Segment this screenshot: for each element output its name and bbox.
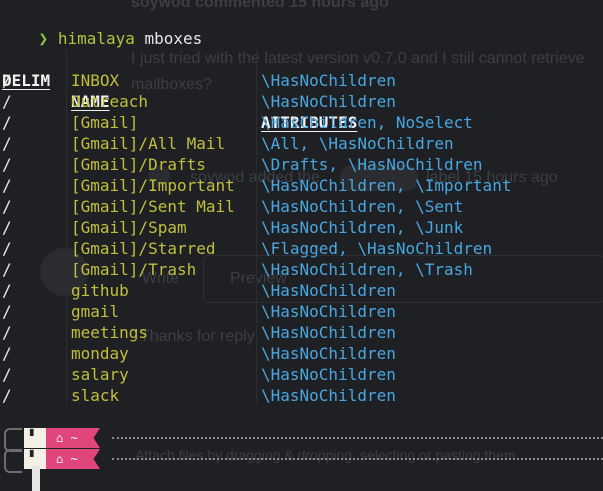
row-delim: / <box>2 302 12 321</box>
table-row: / [Gmail]/Trash \HasNoChildren, \Trash <box>0 259 603 280</box>
statusline-filler <box>112 458 603 460</box>
row-attributes: \HasNoChildren, \Important <box>261 176 512 195</box>
row-delim: / <box>2 71 12 90</box>
statusline-bottom: ▘ ⌂ ~ <box>0 449 603 473</box>
mode-glyph: ▘ <box>30 429 38 443</box>
row-name: [Gmail]/Important <box>71 176 235 195</box>
row-attributes: \HasNoChildren <box>261 365 396 384</box>
row-name: monday <box>71 344 129 363</box>
table-row: / [Gmail]/Sent Mail \HasNoChildren, \Sent <box>0 196 603 217</box>
row-delim: / <box>2 365 12 384</box>
table-row: / [Gmail]/Spam \HasNoChildren, \Junk <box>0 217 603 238</box>
row-delim: / <box>2 134 12 153</box>
table-row: / INBOX \HasNoChildren <box>0 70 603 91</box>
row-name: Outreach <box>71 92 149 111</box>
table-row: / slack \HasNoChildren <box>0 385 603 406</box>
row-delim: / <box>2 260 12 279</box>
row-attributes: \Drafts, \HasNoChildren <box>261 155 483 174</box>
row-attributes: \HasNoChildren <box>261 92 396 111</box>
row-attributes: \HasNoChildren <box>261 344 396 363</box>
home-icon: ⌂ <box>56 431 64 445</box>
table-row: / monday \HasNoChildren <box>0 343 603 364</box>
row-name: [Gmail]/Spam <box>71 218 187 237</box>
row-delim: / <box>2 281 12 300</box>
table-header: DELIM NAME ATTRIBUTES <box>0 49 603 132</box>
row-name: [Gmail]/Drafts <box>71 155 206 174</box>
row-delim: / <box>2 176 12 195</box>
row-attributes: \HasChildren, NoSelect <box>261 113 473 132</box>
statusline-top: ▘ ⌂ ~ <box>0 428 603 452</box>
prompt-command: himalaya <box>57 29 135 48</box>
row-attributes: \HasNoChildren <box>261 281 396 300</box>
row-name: INBOX <box>71 71 120 90</box>
table-row: / meetings \HasNoChildren <box>0 322 603 343</box>
row-name: gmail <box>71 302 120 321</box>
prompt-line: ❯ himalaya mboxes <box>0 7 203 48</box>
row-attributes: \HasNoChildren <box>261 302 396 321</box>
row-name: [Gmail]/Starred <box>71 239 216 258</box>
row-name: meetings <box>71 323 149 342</box>
table-row: / [Gmail]/Drafts \Drafts, \HasNoChildren <box>0 154 603 175</box>
row-delim: / <box>2 239 12 258</box>
row-name: slack <box>71 386 120 405</box>
row-name: salary <box>71 365 129 384</box>
row-name: [Gmail] <box>71 113 139 132</box>
row-delim: / <box>2 155 12 174</box>
statusline-filler <box>112 437 603 439</box>
table-row: / [Gmail]/Starred \Flagged, \HasNoChildren <box>0 238 603 259</box>
path-text: ~ <box>70 452 78 466</box>
row-delim: / <box>2 92 12 111</box>
row-name: github <box>71 281 129 300</box>
table-row: / salary \HasNoChildren <box>0 364 603 385</box>
row-delim: / <box>2 113 12 132</box>
table-row: / github \HasNoChildren <box>0 280 603 301</box>
row-attributes: \HasNoChildren <box>261 71 396 90</box>
row-attributes: \HasNoChildren, \Trash <box>261 260 473 279</box>
table-row: / [Gmail] \HasChildren, NoSelect <box>0 112 603 133</box>
row-attributes: \Flagged, \HasNoChildren <box>261 239 493 258</box>
row-name: [Gmail]/All Mail <box>71 134 226 153</box>
mode-indicator: ▘ <box>24 428 46 448</box>
row-attributes: \HasNoChildren, \Junk <box>261 218 464 237</box>
home-icon: ⌂ <box>56 452 64 466</box>
row-name: [Gmail]/Sent Mail <box>71 197 235 216</box>
path-segment: ⌂ ~ <box>46 449 100 469</box>
prompt-argument: mboxes <box>144 29 203 48</box>
row-attributes: \HasNoChildren, \Sent <box>261 197 464 216</box>
row-attributes: \HasNoChildren <box>261 386 396 405</box>
table-row: / Outreach \HasNoChildren <box>0 91 603 112</box>
table-row: / [Gmail]/All Mail \All, \HasNoChildren <box>0 133 603 154</box>
row-attributes: \All, \HasNoChildren <box>261 134 454 153</box>
row-delim: / <box>2 323 12 342</box>
table-row: / gmail \HasNoChildren <box>0 301 603 322</box>
terminal-window[interactable]: ❯ himalaya mboxes DELIM NAME ATTRIBUTES … <box>0 0 603 491</box>
path-segment: ⌂ ~ <box>46 428 100 448</box>
row-attributes: \HasNoChildren <box>261 323 396 342</box>
row-delim: / <box>2 344 12 363</box>
row-delim: / <box>2 218 12 237</box>
terminal-cursor <box>32 466 40 491</box>
row-delim: / <box>2 197 12 216</box>
table-row: / [Gmail]/Important \HasNoChildren, \Impor… <box>0 175 603 196</box>
frame-corner <box>4 449 22 473</box>
row-name: [Gmail]/Trash <box>71 260 197 279</box>
prompt-arrow-icon: ❯ <box>38 29 49 48</box>
mode-glyph: ▘ <box>30 450 38 464</box>
path-text: ~ <box>70 431 78 445</box>
row-delim: / <box>2 386 12 405</box>
